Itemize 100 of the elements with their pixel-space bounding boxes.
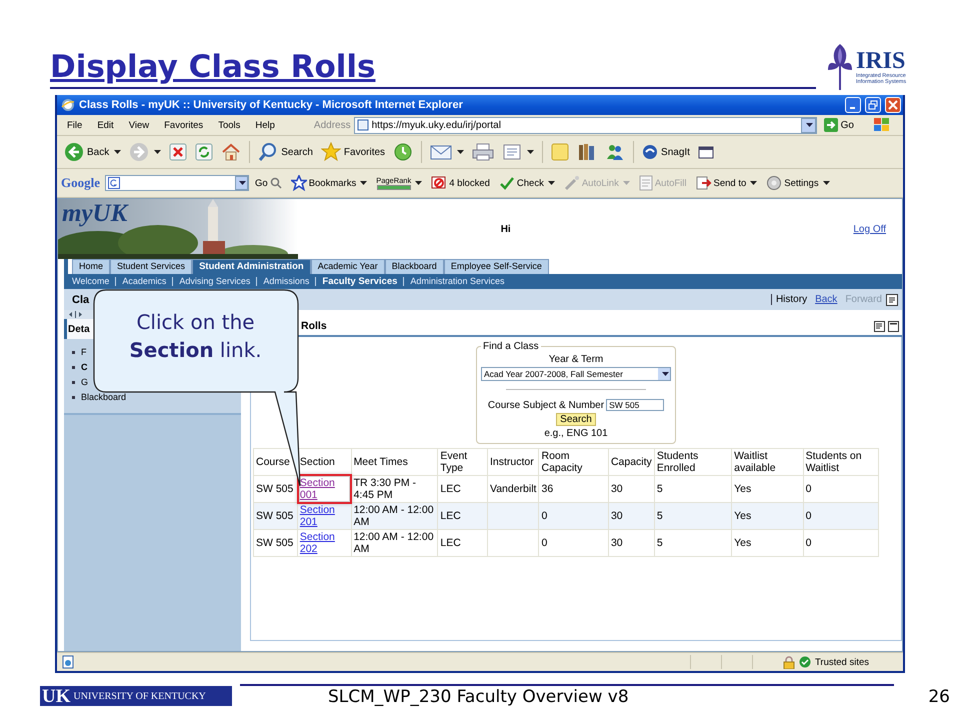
- spell-check-icon: [498, 175, 515, 191]
- check-circle-icon: [798, 656, 811, 668]
- subnav-link[interactable]: Administration Services: [403, 277, 510, 286]
- nav-tab[interactable]: Employee Self-Service: [444, 259, 549, 274]
- example-hint: e.g., ENG 101: [544, 428, 608, 439]
- menu-item[interactable]: Favorites: [158, 120, 210, 130]
- caret-icon: [415, 181, 422, 185]
- page-number: 26: [927, 687, 951, 707]
- log-off-link[interactable]: Log Off: [853, 224, 886, 234]
- bullet-icon: [72, 396, 75, 399]
- settings-icon: [766, 175, 782, 191]
- table-cell: 12:00 AM - 12:00 AM: [351, 502, 438, 530]
- detail-tab[interactable]: Deta: [68, 324, 90, 334]
- home-icon: [221, 143, 242, 161]
- wand-icon: [564, 175, 580, 191]
- windows-flag-icon: [873, 117, 891, 133]
- search-button[interactable]: Search: [556, 413, 596, 426]
- sendto-button[interactable]: Send to: [692, 175, 760, 191]
- nav-tab[interactable]: Blackboard: [384, 259, 444, 274]
- menu-item[interactable]: File: [61, 120, 88, 130]
- subnav-link[interactable]: Welcome: [72, 277, 116, 286]
- bullet-icon: [72, 381, 75, 384]
- course-input-field[interactable]: SW 505: [606, 399, 664, 411]
- menu-item[interactable]: Edit: [91, 120, 120, 130]
- document-icon: [502, 143, 522, 161]
- table-cell: 5: [654, 530, 732, 556]
- back-link[interactable]: Back: [811, 294, 842, 305]
- close-button[interactable]: [885, 97, 901, 113]
- check-button[interactable]: Check: [496, 175, 558, 191]
- column-header: Instructor: [487, 448, 539, 476]
- table-cell: 5: [654, 502, 732, 530]
- address-label: Address: [314, 120, 351, 130]
- field-label: Year & Term: [548, 354, 604, 365]
- menu-item[interactable]: Help: [249, 120, 281, 130]
- menu-item[interactable]: Tools: [212, 120, 246, 130]
- sidebar-link[interactable]: G: [81, 377, 88, 388]
- bullet-icon: [72, 351, 75, 354]
- blocked-popup-icon: [431, 175, 448, 191]
- column-header: Capacity: [608, 448, 654, 476]
- form-icon: [638, 175, 653, 191]
- nav-tab[interactable]: Home: [72, 259, 110, 274]
- table-cell: 0: [803, 502, 878, 530]
- page-menu-icon[interactable]: [886, 294, 898, 306]
- printer-icon: [472, 143, 494, 161]
- caret-icon: [822, 181, 830, 185]
- refresh-icon: [195, 143, 214, 161]
- history-menu[interactable]: History: [772, 294, 812, 305]
- options-icon[interactable]: [874, 321, 885, 332]
- dropdown-button[interactable]: [800, 118, 816, 132]
- minimize-button[interactable]: [845, 97, 861, 113]
- subnav-link[interactable]: Admissions: [256, 277, 316, 286]
- blocked-button[interactable]: 4 blocked: [428, 175, 493, 191]
- caret-icon: [806, 123, 813, 127]
- go-button[interactable]: Go: [820, 118, 862, 132]
- nav-tab[interactable]: Student Administration: [192, 259, 311, 274]
- table-cell: 0: [803, 530, 878, 556]
- search-field[interactable]: [105, 175, 249, 191]
- nav-tab[interactable]: Academic Year: [310, 259, 385, 274]
- google-logo: Google: [61, 175, 100, 191]
- table-cell: 30: [608, 502, 654, 530]
- subnav-link[interactable]: Faculty Services: [315, 277, 404, 286]
- column-header: Students Enrolled: [654, 448, 732, 476]
- caret-icon: [750, 181, 758, 185]
- subnav-link[interactable]: Academics: [115, 277, 172, 286]
- table-cell: LEC: [438, 530, 488, 556]
- star-icon: [320, 142, 341, 162]
- address-field[interactable]: https://myuk.uky.edu/irj/portal: [354, 116, 817, 134]
- table-cell: 0: [538, 502, 608, 530]
- page-icon: [356, 119, 369, 131]
- iris-flower-icon: [826, 42, 854, 92]
- nav-tab[interactable]: Student Services: [110, 259, 192, 274]
- minimize-icon[interactable]: [888, 321, 899, 332]
- settings-button[interactable]: Settings: [763, 175, 833, 191]
- people-icon: [605, 142, 626, 162]
- restore-button[interactable]: [865, 97, 881, 113]
- menu-item[interactable]: View: [122, 120, 156, 130]
- search-button[interactable]: Search: [255, 140, 316, 164]
- table-cell: LEC: [438, 502, 488, 530]
- lock-icon: [782, 656, 795, 668]
- go-button[interactable]: Go: [252, 177, 285, 189]
- snagit-button[interactable]: SnagIt: [639, 142, 693, 162]
- bookmarks-button[interactable]: Bookmarks: [288, 175, 370, 191]
- sidebar-link[interactable]: Blackboard: [81, 392, 126, 403]
- column-header: Event Type: [438, 448, 488, 476]
- footer-text: SLCM_WP_230 Faculty Overview v8: [328, 687, 629, 707]
- caret-icon: [360, 181, 368, 185]
- table-cell: SW 505: [254, 502, 298, 530]
- browser-icon: [61, 98, 75, 112]
- search-icon: [270, 177, 282, 189]
- caret-icon: [548, 181, 555, 185]
- column-header: Waitlist available: [732, 448, 804, 476]
- subnav-link[interactable]: Advising Services: [172, 277, 256, 286]
- sidebar-link[interactable]: F: [81, 347, 86, 358]
- greeting: Hi: [500, 224, 512, 234]
- stop-icon: [169, 143, 188, 161]
- sidebar-link[interactable]: C: [81, 362, 88, 373]
- favorites-button[interactable]: Favorites: [318, 140, 388, 164]
- back-button[interactable]: Back: [61, 140, 124, 164]
- column-header: Students on Waitlist: [803, 448, 878, 476]
- term-select[interactable]: Acad Year 2007-2008, Fall Semester: [481, 367, 671, 381]
